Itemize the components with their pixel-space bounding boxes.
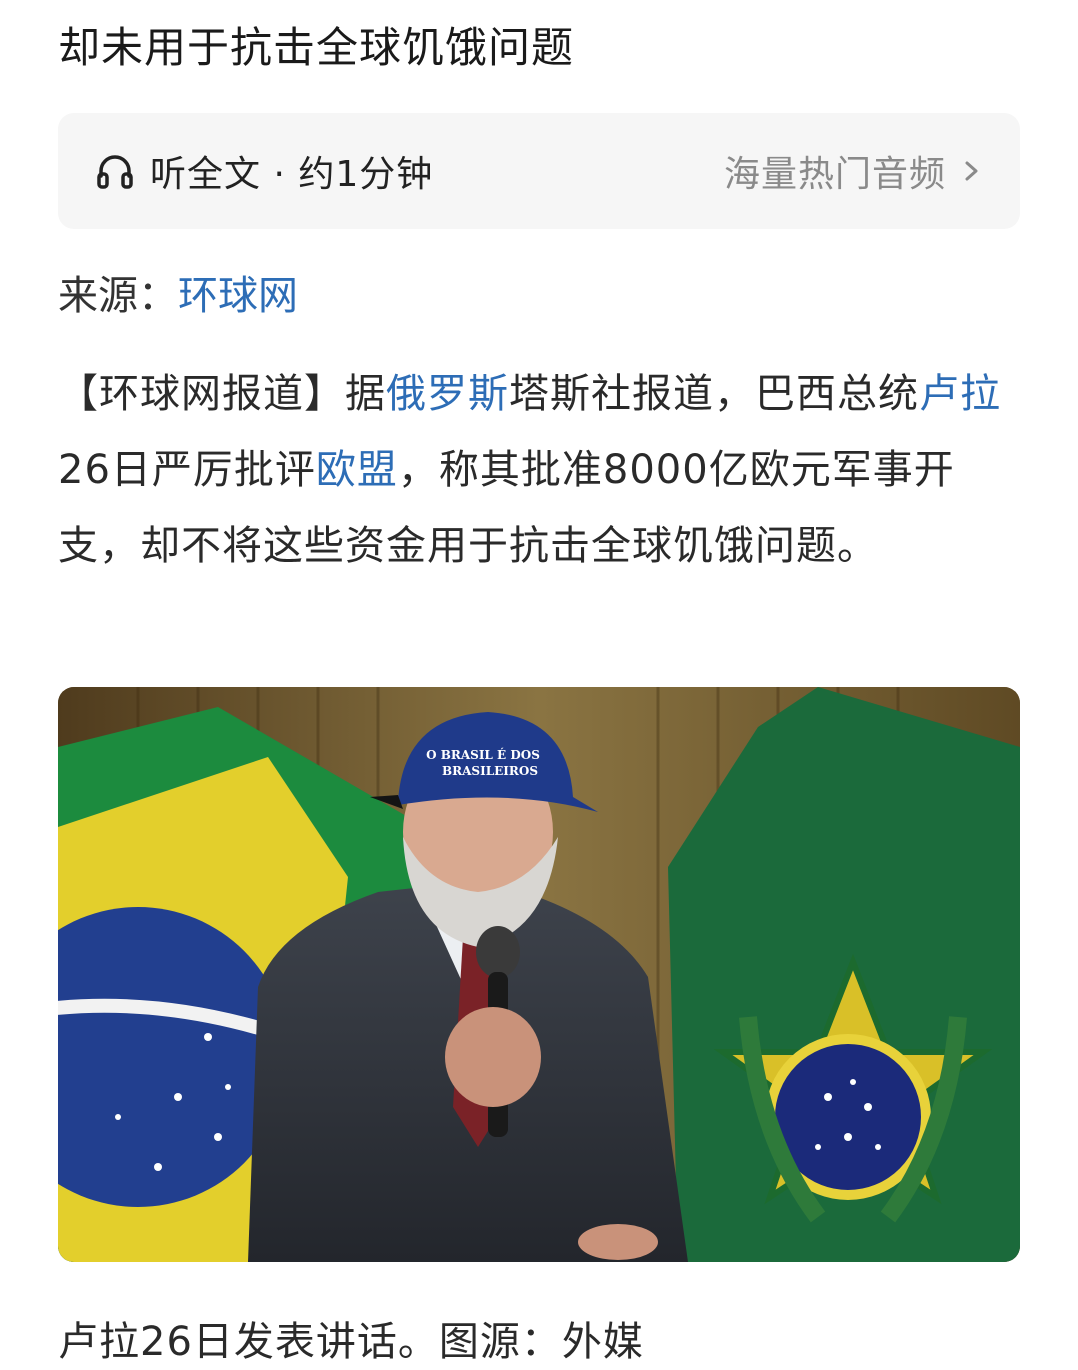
article-title: 却未用于抗击全球饥饿问题 — [58, 23, 575, 72]
article-source: 来源：环球网 — [58, 268, 298, 324]
hot-audio-label: 海量热门音频 — [723, 154, 946, 195]
body-text-segment: 【环球网报道】据 — [58, 371, 386, 417]
listen-full-text-bar[interactable]: 听全文 · 约1分钟 海量热门音频 — [58, 113, 1020, 229]
article-paragraph: 【环球网报道】据俄罗斯塔斯社报道，巴西总统卢拉26日严厉批评欧盟，称其批准800… — [58, 356, 1020, 584]
headphone-icon — [97, 155, 133, 189]
russia-link[interactable]: 俄罗斯 — [386, 371, 509, 417]
article-photo[interactable]: O BRASIL É DOS BRASILEIROS — [58, 687, 1020, 1262]
person-hand — [445, 1007, 541, 1107]
listen-duration-label: 听全文 · 约1分钟 — [150, 154, 434, 195]
source-label: 来源： — [58, 273, 178, 319]
cap-text-line1: O BRASIL É DOS — [426, 747, 540, 762]
microphone-icon — [476, 926, 520, 978]
photo-illustration: O BRASIL É DOS BRASILEIROS — [58, 687, 1020, 1262]
photo-caption: 卢拉26日发表讲话。图源：外媒 — [58, 1319, 644, 1365]
hot-audio-link[interactable]: 海量热门音频 — [724, 145, 984, 197]
source-link[interactable]: 环球网 — [178, 273, 298, 319]
eu-link[interactable]: 欧盟 — [316, 447, 398, 493]
body-text-segment: 塔斯社报道，巴西总统 — [509, 371, 919, 417]
lula-link[interactable]: 卢拉 — [919, 371, 1001, 417]
cap-text-line2: BRASILEIROS — [442, 764, 538, 778]
body-text-segment: 26日严厉批评 — [58, 447, 316, 493]
chevron-right-icon — [965, 161, 978, 181]
listen-full-text-button[interactable]: 听全文 · 约1分钟 — [94, 145, 433, 197]
